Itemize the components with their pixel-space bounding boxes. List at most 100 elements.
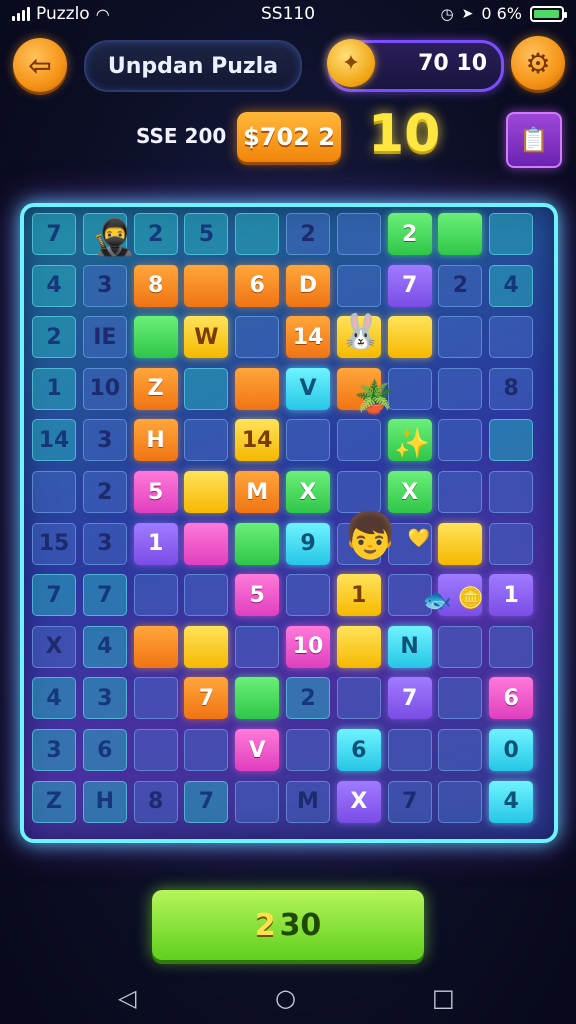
board-tile[interactable]: N	[387, 625, 432, 668]
board-tile[interactable]	[336, 677, 381, 720]
board-tile[interactable]: 9	[286, 522, 330, 565]
board-tile[interactable]: M	[235, 471, 280, 513]
board-tile[interactable]	[133, 625, 178, 668]
back-button[interactable]: ⇦	[13, 38, 67, 92]
board-tile[interactable]	[489, 471, 534, 513]
play-button[interactable]: 2 30	[152, 890, 424, 960]
board-tile[interactable]: 2	[82, 471, 127, 513]
board-tile[interactable]	[184, 471, 229, 513]
board-tile[interactable]: 4	[82, 625, 127, 668]
board-tile[interactable]	[184, 419, 229, 462]
board-tile[interactable]	[133, 729, 178, 771]
board-tile[interactable]	[133, 574, 178, 617]
board-tile[interactable]: 7	[387, 677, 432, 720]
board-tile[interactable]	[336, 419, 381, 462]
board-tile[interactable]: H	[133, 419, 178, 462]
nav-back-icon[interactable]: ◁	[118, 986, 136, 1010]
board-tile[interactable]: 10	[82, 367, 127, 410]
board-tile[interactable]: 2	[32, 316, 76, 359]
board-tile[interactable]: 3	[32, 729, 76, 771]
board-tile[interactable]: X	[336, 780, 381, 823]
board-tile[interactable]	[286, 729, 330, 771]
board-tile[interactable]	[438, 367, 483, 410]
board-tile[interactable]: H	[82, 780, 127, 823]
board-tile[interactable]	[438, 677, 483, 720]
board-tile[interactable]	[184, 522, 229, 565]
nav-home-icon[interactable]: ○	[275, 986, 296, 1010]
board-tile[interactable]	[235, 625, 280, 668]
board-tile[interactable]: 8	[133, 780, 178, 823]
board-tile[interactable]	[235, 213, 280, 255]
board-tile[interactable]	[438, 780, 483, 823]
board-tile[interactable]: 14	[235, 419, 280, 462]
board-tile[interactable]	[235, 367, 280, 410]
board-tile[interactable]: D	[286, 264, 330, 307]
board-tile[interactable]: 5	[133, 471, 178, 513]
board-tile[interactable]: 10	[286, 625, 330, 668]
board-tile[interactable]	[32, 471, 76, 513]
board-tile[interactable]: 6	[489, 677, 534, 720]
board-tile[interactable]	[438, 471, 483, 513]
board-tile[interactable]	[184, 367, 229, 410]
board-tile[interactable]: 8	[133, 264, 178, 307]
board-tile[interactable]	[489, 522, 534, 565]
board-tile[interactable]: X	[286, 471, 330, 513]
board-tile[interactable]: 7	[184, 677, 229, 720]
board-tile[interactable]	[336, 264, 381, 307]
board-tile[interactable]: 14	[32, 419, 76, 462]
board-tile[interactable]	[489, 213, 534, 255]
settings-button[interactable]: ⚙	[511, 36, 565, 90]
board-tile[interactable]: 6	[235, 264, 280, 307]
board-tile[interactable]: 4	[489, 780, 534, 823]
board-tile[interactable]: 2	[438, 264, 483, 307]
board-tile[interactable]	[184, 574, 229, 617]
board-tile[interactable]: 4	[32, 264, 76, 307]
board-tile[interactable]: V	[235, 729, 280, 771]
board-tile[interactable]	[133, 677, 178, 720]
board-tile[interactable]: 3	[82, 677, 127, 720]
board-tile[interactable]: 3	[82, 419, 127, 462]
board-tile[interactable]: 8	[489, 367, 534, 410]
board-tile[interactable]	[438, 729, 483, 771]
board-tile[interactable]	[235, 677, 280, 720]
coin-counter[interactable]: ✦ 70 10	[327, 39, 504, 92]
board-tile[interactable]: 4	[32, 677, 76, 720]
board-tile[interactable]	[286, 574, 330, 617]
board-tile[interactable]	[438, 213, 483, 255]
board-tile[interactable]: X	[32, 625, 76, 668]
board-tile[interactable]: 7	[32, 574, 76, 617]
board-tile[interactable]	[387, 367, 432, 410]
board-tile[interactable]: W	[184, 316, 229, 359]
board-tile[interactable]: 0	[489, 729, 534, 771]
board-tile[interactable]	[286, 419, 330, 462]
board-tile[interactable]: 1	[489, 574, 534, 617]
board-tile[interactable]: 2	[133, 213, 178, 255]
board-tile[interactable]: 7	[387, 780, 432, 823]
board-tile[interactable]	[387, 316, 432, 359]
board-tile[interactable]: 6	[82, 729, 127, 771]
board-tile[interactable]: 7	[184, 780, 229, 823]
board-tile[interactable]: Z	[32, 780, 76, 823]
board-tile[interactable]	[489, 419, 534, 462]
board-tile[interactable]	[184, 625, 229, 668]
board-tile[interactable]: 7	[387, 264, 432, 307]
puzzle-board[interactable]: 7 2 5 2 2 4 3 8 6 D 7 2 4 2 IE W 14 1 10 Z V 8 14 3 H 14 2 5 M X X 15 3 1…	[20, 203, 558, 843]
board-tile[interactable]	[184, 264, 229, 307]
board-tile[interactable]	[184, 729, 229, 771]
board-tile[interactable]	[336, 213, 381, 255]
board-tile[interactable]	[387, 729, 432, 771]
board-tile[interactable]	[489, 625, 534, 668]
board-tile[interactable]	[133, 316, 178, 359]
board-tile[interactable]	[438, 419, 483, 462]
board-tile[interactable]: IE	[82, 316, 127, 359]
board-tile[interactable]	[235, 780, 280, 823]
board-tile[interactable]: Z	[133, 367, 178, 410]
board-tile[interactable]: 15	[32, 522, 76, 565]
board-tile[interactable]	[438, 316, 483, 359]
board-tile[interactable]: 4	[489, 264, 534, 307]
board-tile[interactable]: V	[286, 367, 330, 410]
clipboard-button[interactable]: 📋	[506, 112, 562, 168]
board-tile[interactable]	[438, 522, 483, 565]
board-tile[interactable]: 2	[286, 677, 330, 720]
board-tile[interactable]	[235, 316, 280, 359]
